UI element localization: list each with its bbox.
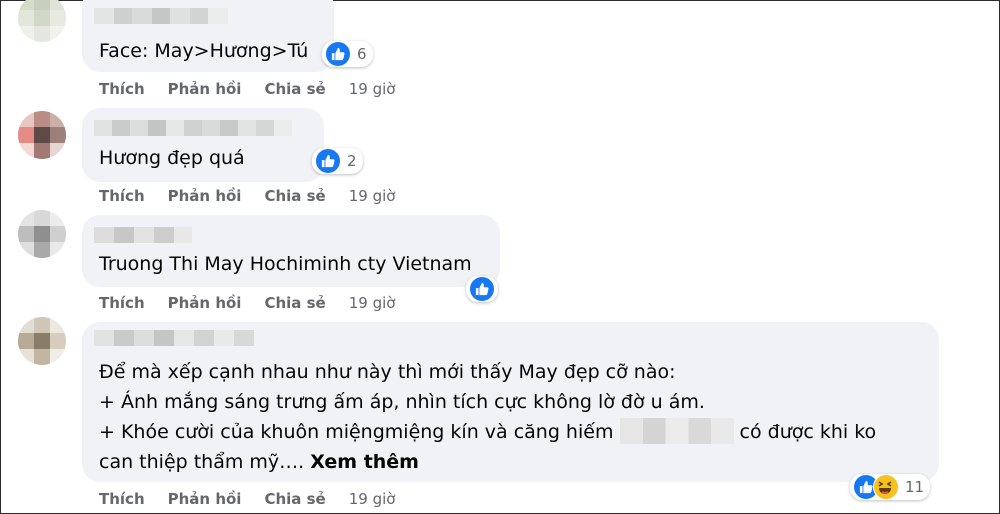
haha-reaction-icon — [873, 474, 899, 500]
comment-bubble: Để mà xếp cạnh nhau như này thì mới thấy… — [82, 322, 939, 482]
like-action[interactable]: Thích — [99, 294, 145, 312]
comment-actions: Thích Phản hồi Chia sẻ 19 giờ — [99, 80, 418, 98]
reply-action[interactable]: Phản hồi — [168, 80, 242, 98]
commenter-avatar[interactable] — [18, 317, 66, 365]
commenter-name-blurred[interactable] — [94, 330, 254, 346]
reply-action[interactable]: Phản hồi — [168, 490, 242, 508]
comment-bubble: Hương đẹp quá — [82, 108, 324, 182]
like-reaction-icon — [469, 276, 495, 302]
reaction-summary[interactable] — [466, 276, 498, 302]
timestamp[interactable]: 19 giờ — [349, 187, 396, 205]
comment-text-part: + Khóe cười của khuôn miệngmiệng kín và … — [99, 421, 614, 443]
comment-text: Hương đẹp quá — [99, 147, 245, 169]
reply-action[interactable]: Phản hồi — [168, 187, 242, 205]
comment-bubble: Face: May>Hương>Tú — [82, 0, 334, 72]
comment-text: Truong Thi May Hochiminh cty Vietnam — [99, 253, 472, 275]
censored-region — [619, 417, 734, 444]
comment-text-line-1: Để mà xếp cạnh nhau như này thì mới thấy… — [99, 361, 676, 383]
reaction-summary[interactable]: 2 — [312, 148, 363, 174]
comment-text-part: can thiệp thẩm mỹ…. — [99, 451, 311, 473]
comment-text-line-4: can thiệp thẩm mỹ…. Xem thêm — [99, 447, 419, 477]
comment-text-line-2: + Ánh mắng sáng trưng ấm áp, nhìn tích c… — [99, 391, 705, 413]
comment-text: Face: May>Hương>Tú — [99, 40, 309, 62]
share-action[interactable]: Chia sẻ — [264, 80, 325, 98]
comment-actions: Thích Phản hồi Chia sẻ 19 giờ — [99, 490, 418, 508]
timestamp[interactable]: 19 giờ — [349, 294, 396, 312]
comment-text-line-3: + Khóe cười của khuôn miệngmiệng kín và … — [99, 417, 876, 448]
comment-bubble: Truong Thi May Hochiminh cty Vietnam — [82, 215, 500, 287]
share-action[interactable]: Chia sẻ — [264, 294, 325, 312]
like-reaction-icon — [315, 148, 341, 174]
share-action[interactable]: Chia sẻ — [264, 187, 325, 205]
like-action[interactable]: Thích — [99, 187, 145, 205]
comment-text-part: có được khi ko — [739, 421, 877, 443]
like-reaction-icon — [325, 41, 351, 67]
share-action[interactable]: Chia sẻ — [264, 490, 325, 508]
timestamp[interactable]: 19 giờ — [349, 80, 396, 98]
like-action[interactable]: Thích — [99, 80, 145, 98]
commenter-name-blurred[interactable] — [94, 8, 228, 24]
reaction-count: 11 — [905, 478, 925, 496]
commenter-avatar[interactable] — [18, 111, 66, 159]
reaction-summary[interactable]: 11 — [850, 474, 931, 500]
reaction-summary[interactable]: 6 — [322, 41, 373, 67]
timestamp[interactable]: 19 giờ — [349, 490, 396, 508]
comment-actions: Thích Phản hồi Chia sẻ 19 giờ — [99, 294, 418, 312]
commenter-name-blurred[interactable] — [94, 227, 192, 243]
commenter-avatar[interactable] — [18, 210, 66, 258]
reaction-count: 6 — [357, 45, 367, 63]
like-action[interactable]: Thích — [99, 490, 145, 508]
comment-actions: Thích Phản hồi Chia sẻ 19 giờ — [99, 187, 418, 205]
see-more-link[interactable]: Xem thêm — [310, 451, 419, 473]
commenter-name-blurred[interactable] — [94, 120, 292, 136]
reaction-count: 2 — [347, 152, 357, 170]
reply-action[interactable]: Phản hồi — [168, 294, 242, 312]
